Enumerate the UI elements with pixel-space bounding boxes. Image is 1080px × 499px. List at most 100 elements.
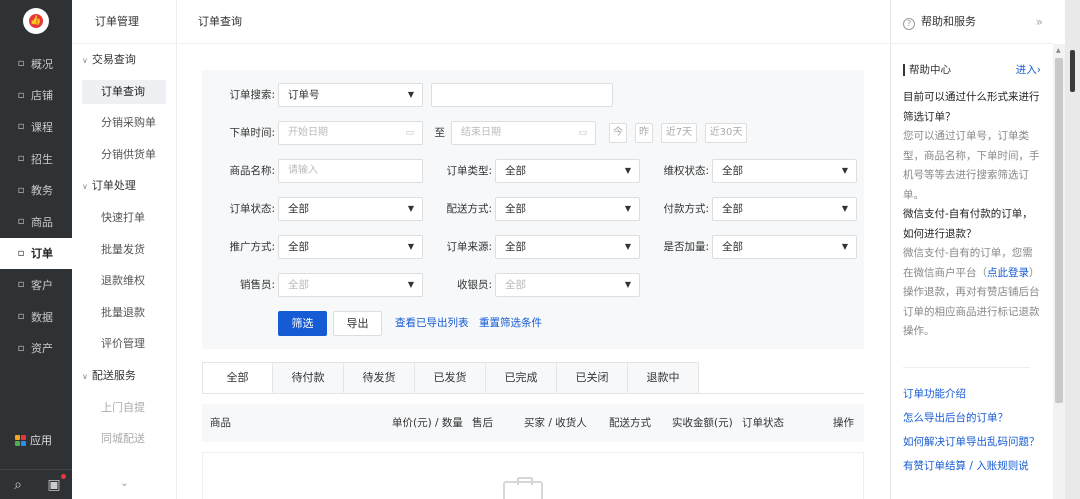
apps-label: 应用	[30, 434, 52, 447]
rights-status-value: 全部	[722, 165, 743, 177]
secondary-nav-item[interactable]: 退款维权	[72, 265, 176, 297]
search-label: 订单搜索:	[229, 89, 275, 101]
order-tab[interactable]: 待付款	[273, 362, 344, 394]
help-link[interactable]: 订单功能介绍	[903, 384, 1041, 404]
faq-answer: 微信支付-自有的订单，您需在微信商户平台（点此登录）操作退款，再对有赞店铺后台订…	[903, 244, 1041, 342]
nav-item[interactable]: ▫ 资产	[0, 332, 72, 364]
chevron-down-icon: ▼	[407, 204, 414, 213]
chevron-down-icon: ▼	[841, 242, 848, 251]
filter-button[interactable]: 筛选	[278, 311, 327, 336]
rights-status-label: 维权状态:	[663, 165, 709, 177]
order-tab[interactable]: 已关闭	[557, 362, 628, 394]
product-name-input[interactable]: 请输入	[278, 159, 423, 183]
quick-30-days-button[interactable]: 近30天	[705, 123, 747, 143]
nav-item[interactable]: ▫ 客户	[0, 269, 72, 301]
question-icon: ?	[903, 18, 915, 30]
primary-nav: 👍 ▫ 概况 ▫ 店铺 ▫ 课程 ▫ 招生 ▫ 教务 ▫ 商品 ▫ 订单 ▫ 客户 ▫ 数据 ▫ 资产 应用 ⌕ ▣	[0, 0, 72, 499]
faq-question: 目前可以通过什么形式来进行筛选订单？	[903, 91, 1040, 123]
secondary-nav-groups: ∨ 交易查询 订单查询分销采购单分销供货单 ∨ 订单处理 快速打单 批量发货退款维权批量退款…	[72, 44, 176, 455]
scroll-up-icon[interactable]: ▲	[1056, 47, 1061, 54]
more-chevron-icon[interactable]: ⌄	[72, 478, 177, 489]
help-faq: 目前可以通过什么形式来进行筛选订单？ 您可以通过订单号，订单类型，商品名称，下单…	[903, 88, 1041, 342]
help-link[interactable]: 如何解决订单导出乱码问题？	[903, 432, 1041, 452]
promotion-label: 推广方式:	[229, 241, 275, 253]
cashier-select[interactable]: 全部 ▼	[495, 273, 640, 297]
rights-status-select[interactable]: 全部 ▼	[712, 159, 857, 183]
col-status: 订单状态	[742, 417, 784, 429]
quick-7-days-button[interactable]: 近7天	[661, 123, 697, 143]
col-amount: 实收金额(元)	[672, 417, 733, 429]
order-source-select[interactable]: 全部 ▼	[495, 235, 640, 259]
secondary-nav-item[interactable]: 评价管理	[72, 328, 176, 360]
message-icon[interactable]: ▣	[36, 470, 72, 499]
help-link[interactable]: 有赞订单结算 / 入账规则说	[903, 456, 1041, 476]
drag-handle[interactable]	[1070, 50, 1075, 92]
secondary-nav-item[interactable]: 快速打单	[72, 202, 176, 234]
order-tab[interactable]: 待发货	[344, 362, 415, 394]
help-center-enter-link[interactable]: 进入›	[1016, 62, 1041, 77]
secondary-nav-group[interactable]: ∨ 配送服务	[72, 360, 176, 392]
delivery-method-select[interactable]: 全部 ▼	[495, 197, 640, 221]
nav-item[interactable]: ▫ 招生	[0, 143, 72, 175]
reset-filters-link[interactable]: 重置筛选条件	[479, 311, 542, 336]
secondary-nav-item[interactable]: 上门自提	[72, 392, 176, 424]
secondary-nav-item[interactable]: 分销供货单	[72, 139, 176, 171]
addon-select[interactable]: 全部 ▼	[712, 235, 857, 259]
nav-item[interactable]: ▫ 商品	[0, 206, 72, 238]
quick-today-button[interactable]: 今	[609, 123, 627, 143]
seller-select[interactable]: 全部 ▼	[278, 273, 423, 297]
secondary-nav-item[interactable]: 同城配送	[72, 423, 176, 455]
secondary-nav-item-label: 分销采购单	[101, 116, 156, 130]
wechat-login-link[interactable]: 点此登录	[987, 267, 1029, 279]
payment-method-select[interactable]: 全部 ▼	[712, 197, 857, 221]
search-input[interactable]	[431, 83, 613, 107]
export-button[interactable]: 导出	[333, 311, 382, 336]
end-date-input[interactable]: 结束日期 ▭	[451, 121, 596, 145]
delivery-method-label: 配送方式:	[446, 203, 492, 215]
help-scrollbar[interactable]: ▲	[1053, 44, 1065, 499]
nav-item-label: 客户	[31, 278, 53, 292]
search-type-value: 订单号	[288, 89, 320, 101]
view-exported-link[interactable]: 查看已导出列表	[395, 311, 469, 336]
nav-item[interactable]: ▫ 课程	[0, 111, 72, 143]
secondary-nav-item-label: 退款维权	[101, 274, 145, 288]
apps-grid-icon	[15, 434, 26, 446]
promotion-select[interactable]: 全部 ▼	[278, 235, 423, 259]
search-type-select[interactable]: 订单号 ▼	[278, 83, 423, 107]
secondary-nav-item[interactable]: 分销采购单	[72, 107, 176, 139]
collapse-icon[interactable]: »	[1036, 0, 1043, 44]
secondary-nav-item[interactable]: 批量退款	[72, 297, 176, 329]
nav-item[interactable]: ▫ 订单	[0, 237, 72, 270]
secondary-nav-group[interactable]: ∨ 订单处理	[72, 170, 176, 202]
order-type-select[interactable]: 全部 ▼	[495, 159, 640, 183]
secondary-nav-item[interactable]: 订单查询	[72, 76, 176, 108]
nav-item[interactable]: ▫ 店铺	[0, 80, 72, 112]
order-tab[interactable]: 已完成	[486, 362, 557, 394]
order-tab[interactable]: 退款中	[628, 362, 699, 394]
filter-panel: 订单搜索: 订单号 ▼ 下单时间: 开始日期 ▭ 至 结束日期 ▭ 今 昨 近7天 近…	[202, 70, 864, 349]
promotion-value: 全部	[288, 241, 309, 253]
order-tab[interactable]: 全部	[202, 362, 273, 394]
payment-method-value: 全部	[722, 203, 743, 215]
col-price-qty: 单价(元) / 数量	[392, 417, 463, 429]
nav-item[interactable]: ▫ 概况	[0, 48, 72, 80]
apps-button[interactable]: 应用	[0, 428, 72, 452]
logo-thumb-icon: 👍	[29, 14, 43, 28]
quick-yesterday-button[interactable]: 昨	[635, 123, 653, 143]
scrollbar-thumb[interactable]	[1055, 58, 1063, 403]
start-date-input[interactable]: 开始日期 ▭	[278, 121, 423, 145]
seller-label: 销售员:	[239, 279, 275, 291]
date-range-separator: 至	[434, 127, 446, 139]
order-tab[interactable]: 已发货	[415, 362, 486, 394]
search-icon[interactable]: ⌕	[0, 470, 36, 499]
window-edge	[1065, 0, 1080, 499]
nav-item-label: 课程	[31, 120, 53, 134]
primary-nav-items: ▫ 概况 ▫ 店铺 ▫ 课程 ▫ 招生 ▫ 教务 ▫ 商品 ▫ 订单 ▫ 客户 ▫ 数据 ▫ 资产	[0, 48, 72, 364]
logo[interactable]: 👍	[23, 8, 49, 34]
nav-item[interactable]: ▫ 教务	[0, 174, 72, 206]
secondary-nav-group[interactable]: ∨ 交易查询	[72, 44, 176, 76]
help-link[interactable]: 怎么导出后台的订单？	[903, 408, 1041, 428]
secondary-nav-item[interactable]: 批量发货	[72, 234, 176, 266]
order-status-select[interactable]: 全部 ▼	[278, 197, 423, 221]
nav-item[interactable]: ▫ 数据	[0, 301, 72, 333]
